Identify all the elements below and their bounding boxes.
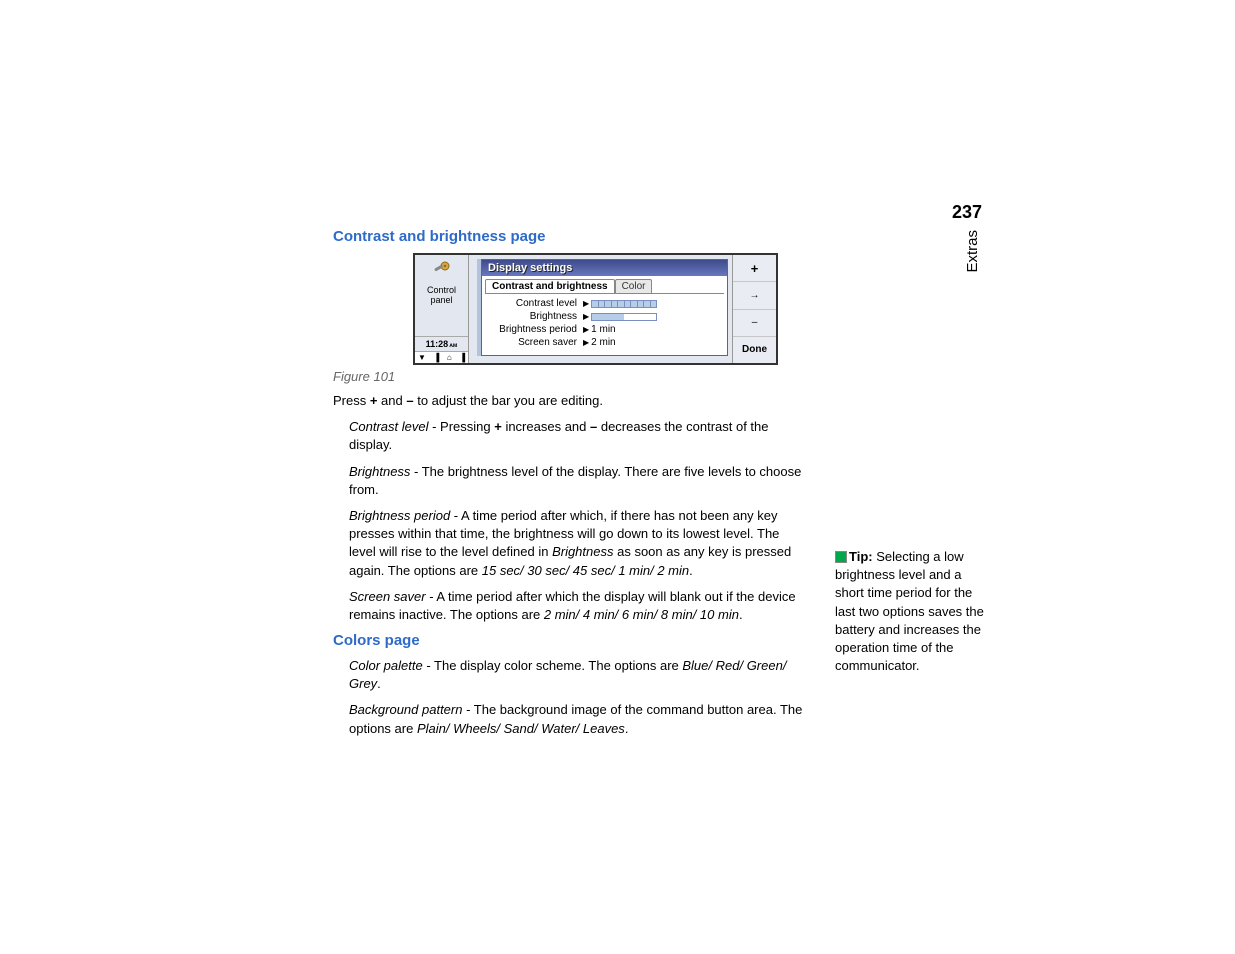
value-screen-saver: 2 min	[591, 337, 615, 348]
device-sidebar-label: Control panel	[415, 283, 468, 307]
tip-box: Tip: Selecting a low brightness level an…	[835, 548, 985, 675]
figure-101: Control panel 11:28 ᴀᴍ ▼ ▐ ⌂ ▐ Display s…	[413, 253, 808, 365]
device-softkeys: + → – Done	[732, 255, 776, 363]
display-settings-dialog: Display settings Contrast and brightness…	[481, 259, 728, 356]
section-side-label: Extras	[964, 230, 981, 273]
row-screen-saver[interactable]: Screen saver ▶ 2 min	[485, 336, 724, 349]
chevron-right-icon: ▶	[581, 299, 591, 308]
chevron-right-icon: ▶	[581, 312, 591, 321]
home-icon: ⌂	[447, 353, 452, 362]
tip-label: Tip:	[849, 549, 873, 564]
wrench-gear-icon	[415, 255, 468, 283]
softkey-minus[interactable]: –	[733, 310, 776, 337]
bar-icon: ▐	[434, 353, 440, 362]
item-contrast-level: Contrast level - Pressing + increases an…	[349, 418, 808, 454]
battery-icon: ▐	[459, 353, 465, 362]
dialog-tabs: Contrast and brightness Color	[482, 276, 727, 293]
softkey-plus[interactable]: +	[733, 255, 776, 282]
label-contrast-level: Contrast level	[485, 298, 581, 309]
item-brightness: Brightness - The brightness level of the…	[349, 463, 808, 499]
signal-icon: ▼	[418, 353, 426, 362]
label-screen-saver: Screen saver	[485, 337, 581, 348]
brightness-bar[interactable]	[591, 313, 657, 321]
press-instruction: Press + and – to adjust the bar you are …	[333, 392, 808, 410]
dialog-title: Display settings	[482, 260, 727, 276]
chevron-right-icon: ▶	[581, 325, 591, 334]
dialog-body: Contrast level ▶ Brightness ▶	[485, 293, 724, 352]
row-brightness-period[interactable]: Brightness period ▶ 1 min	[485, 323, 724, 336]
heading-contrast-brightness: Contrast and brightness page	[333, 228, 808, 245]
item-background-pattern: Background pattern - The background imag…	[349, 701, 808, 737]
chevron-right-icon: ▶	[581, 338, 591, 347]
device-sidebar: Control panel 11:28 ᴀᴍ ▼ ▐ ⌂ ▐	[415, 255, 469, 363]
heading-colors-page: Colors page	[333, 632, 808, 649]
label-brightness: Brightness	[485, 311, 581, 322]
label-brightness-period: Brightness period	[485, 324, 581, 335]
row-contrast-level[interactable]: Contrast level ▶	[485, 297, 724, 310]
tab-contrast-brightness[interactable]: Contrast and brightness	[485, 279, 615, 293]
device-screenshot: Control panel 11:28 ᴀᴍ ▼ ▐ ⌂ ▐ Display s…	[413, 253, 778, 365]
device-status-bar: ▼ ▐ ⌂ ▐	[415, 351, 468, 363]
softkey-arrow[interactable]: →	[733, 282, 776, 309]
device-clock: 11:28 ᴀᴍ	[415, 336, 468, 351]
figure-caption: Figure 101	[333, 369, 808, 384]
item-brightness-period: Brightness period - A time period after …	[349, 507, 808, 580]
row-brightness[interactable]: Brightness ▶	[485, 310, 724, 323]
tab-color[interactable]: Color	[615, 279, 653, 293]
value-brightness-period: 1 min	[591, 324, 615, 335]
contrast-bar[interactable]	[591, 300, 657, 308]
tip-square-icon	[835, 551, 847, 563]
softkey-done[interactable]: Done	[733, 337, 776, 363]
device-center: Display settings Contrast and brightness…	[469, 255, 732, 363]
tip-text: Selecting a low brightness level and a s…	[835, 549, 984, 673]
item-screen-saver: Screen saver - A time period after which…	[349, 588, 808, 624]
item-color-palette: Color palette - The display color scheme…	[349, 657, 808, 693]
main-content: Contrast and brightness page Control pan…	[333, 228, 808, 746]
page-number: 237	[952, 202, 982, 223]
